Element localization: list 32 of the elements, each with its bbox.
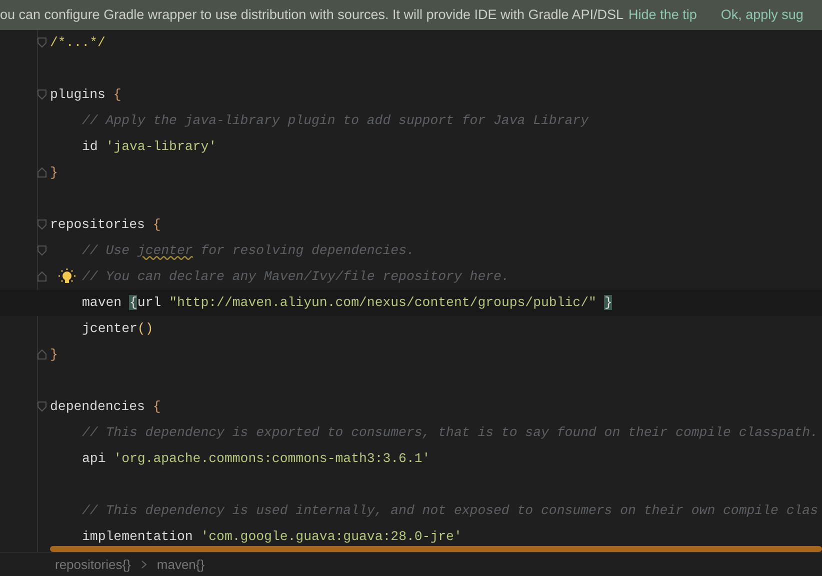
fold-marker-icon[interactable] (37, 37, 47, 48)
code-line: id 'java-library' (82, 139, 217, 155)
breadcrumb-item[interactable]: maven{} (156, 554, 205, 574)
horizontal-scrollbar-thumb[interactable] (50, 546, 822, 552)
code-line: } (50, 165, 58, 181)
code-line: repositories { (50, 217, 161, 233)
fold-marker-icon[interactable] (37, 401, 47, 412)
code-line: implementation 'com.google.guava:guava:28.0-jre' (82, 529, 462, 545)
code-line: plugins { (50, 87, 122, 103)
code-line: } (50, 347, 58, 363)
lightbulb-icon[interactable] (58, 268, 76, 286)
breadcrumb-item[interactable]: repositories{} (55, 554, 131, 574)
fold-marker-icon[interactable] (37, 89, 47, 100)
code-line: dependencies { (50, 399, 161, 415)
chevron-right-icon (140, 560, 147, 569)
fold-marker-icon[interactable] (37, 219, 47, 230)
code-line: // This dependency is used internally, and not exposed to consumers on their own compile clas (82, 503, 818, 519)
tip-link[interactable]: Hide the tip (628, 4, 697, 26)
fold-marker-icon[interactable] (37, 167, 47, 178)
fold-marker-icon[interactable] (37, 245, 47, 256)
tip-message: ou can configure Gradle wrapper to use distribution with sources. It will provide IDE with Gradle API/DSL (0, 6, 624, 24)
tip-link[interactable]: Ok, apply sug (720, 4, 804, 26)
fold-marker-icon[interactable] (37, 271, 47, 282)
code-line: // Use jcenter for resolving dependencies. (82, 243, 414, 259)
code-line: // This dependency is exported to consumers, that is to say found on their compile classpath. (82, 425, 818, 441)
code-line: api 'org.apache.commons:commons-math3:3.6.1' (82, 451, 430, 467)
code-line: // Apply the java-library plugin to add support for Java Library (82, 113, 588, 129)
code-line: maven {url "http://maven.aliyun.com/nexus/content/groups/public/" } (82, 295, 612, 311)
code-line: jcenter() (82, 321, 154, 337)
code-line: /*...*/ (50, 35, 106, 51)
code-line: // You can declare any Maven/Ivy/file repository here. (82, 269, 510, 285)
fold-marker-icon[interactable] (37, 349, 47, 360)
